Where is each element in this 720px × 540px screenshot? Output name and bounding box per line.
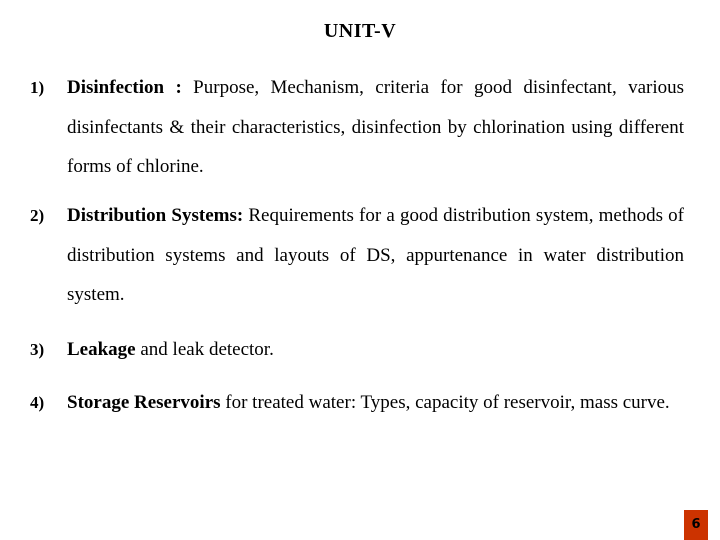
item-body: Distribution Systems: Requirements for a… (67, 196, 684, 315)
item-body: Leakage and leak detector. (67, 330, 684, 370)
item-number: 1) (30, 78, 45, 97)
item-heading: Distribution Systems: (67, 205, 244, 226)
slide-title: UNIT-V (323, 20, 397, 42)
item-text: for treated water: Types, capacity of re… (220, 392, 670, 413)
item-heading: Storage Reservoirs (67, 392, 221, 413)
list-item: 2) Distribution Systems: Requirements fo… (30, 196, 684, 315)
item-body: Disinfection : Purpose, Mechanism, crite… (67, 68, 684, 187)
page-number-badge: 6 (684, 510, 708, 540)
list-item: 1) Disinfection : Purpose, Mechanism, cr… (30, 68, 684, 187)
list-item: 4) Storage Reservoirs for treated water:… (30, 383, 684, 423)
list-item: 3) Leakage and leak detector. (30, 330, 684, 370)
item-number: 4) (30, 393, 45, 412)
item-text: and leak detector. (135, 339, 274, 360)
item-number: 3) (30, 340, 45, 359)
item-heading: Disinfection : (67, 77, 182, 98)
item-number: 2) (30, 206, 45, 225)
item-body: Storage Reservoirs for treated water: Ty… (67, 383, 684, 423)
item-heading: Leakage (67, 339, 136, 360)
